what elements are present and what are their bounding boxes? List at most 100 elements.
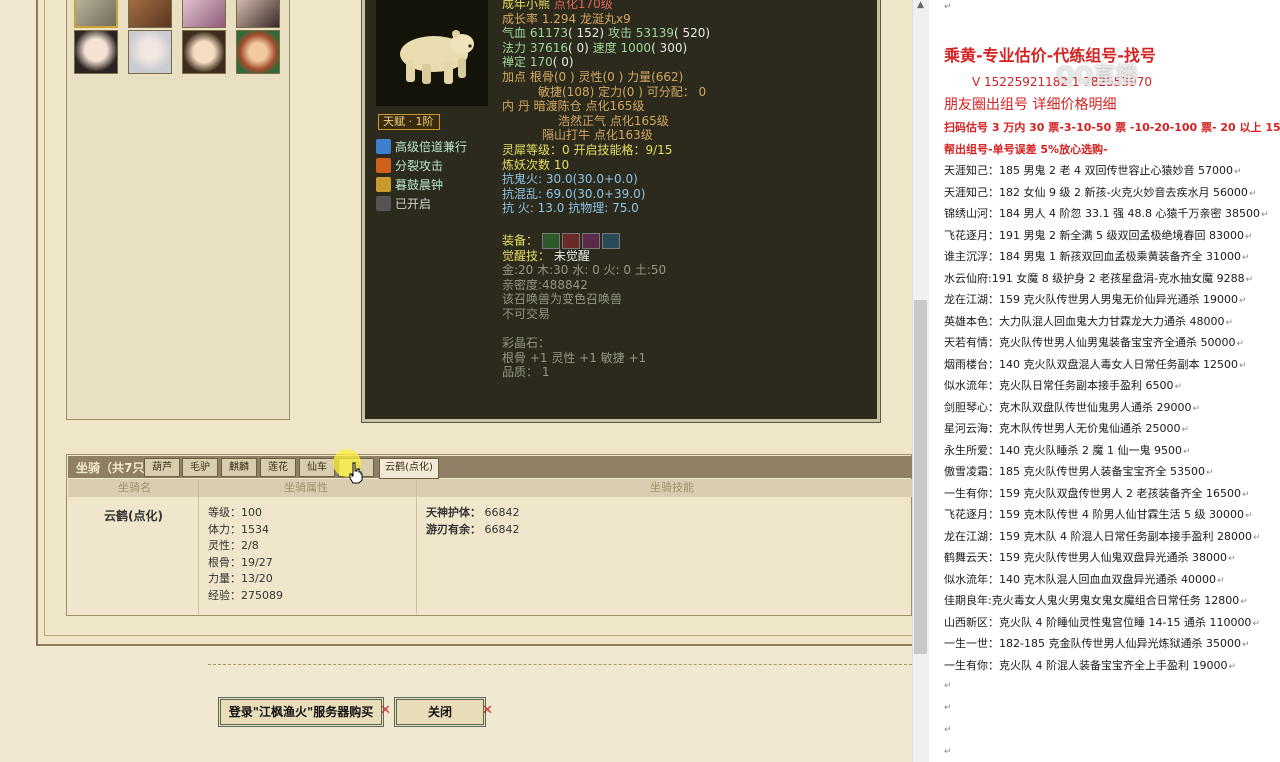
mount-skills: 天神护体： 66842 游刃有余： 66842 [426,506,520,536]
pet-stats: 成年小熊 点化170级 成长率 1.294 龙涎丸x9 气血 61173( 15… [502,0,710,380]
pet-image [376,0,488,106]
listing-line: 永生所爱：140 克火队睡杀 2 魔 1 仙一鬼 9500↵ [944,443,1191,457]
pet-hp: 61173 [529,26,569,41]
equip-slot-1-icon[interactable] [541,232,560,249]
inner-dan-1: 暗渡陈仓 点化165级 [533,99,645,114]
pet-growth: 成长率 1.294 龙涎丸x9 [502,11,631,26]
listing-line: 一生有你：159 克火队双盘传世男人 2 老孩装备齐全 16500↵ [944,486,1250,500]
paragraph-mark: ↵ [944,681,952,691]
speed-skill-icon [376,138,391,154]
mount-name: 云鹤(点化) [104,509,163,523]
pet-portrait-maiden[interactable] [74,30,118,74]
skill-row-2[interactable]: 分裂攻击 [376,156,443,174]
pet-mp: 37616 [529,40,569,55]
column-divider [416,479,417,614]
pet-elements: 金:20 木:30 水: 0 火: 0 土:50 [502,263,667,278]
tab-mount-2[interactable]: 毛驴 [182,458,218,477]
pet-level: 点化170级 [553,0,613,11]
close-x-icon: ✕ [380,703,391,718]
tab-mount-7[interactable]: 云鹤(点化) [379,458,439,479]
close-x-icon: ✕ [482,703,493,718]
equip-slot-3-icon[interactable] [581,232,600,249]
skill-row-1[interactable]: 高级倍道兼行 [376,137,467,155]
pet-atk: 53139 [635,26,674,41]
pet-portrait-bear[interactable] [74,0,118,28]
listing-line: 英雄本色：大力队混人回血鬼大力甘霖龙大力通杀 48000↵ [944,314,1234,328]
mount-props: 等级：100 体力：1534 灵性：2/8 根骨：19/27 力量：13/20 … [208,505,283,604]
soul-level: 灵犀等级：0 开启技能格：9/15 [502,142,673,157]
listing-line: 星河云海：克木队传世男人无价鬼仙通杀 25000↵ [944,422,1190,435]
paragraph-mark: ↵ [944,703,952,713]
tab-mount-4[interactable]: 莲花 [260,458,296,477]
skill-label: 暮鼓晨钟 [395,177,444,192]
split-attack-skill-icon [376,157,391,173]
listing-line: 水云仙府:191 女魔 8 级护身 2 老孩星盘涓-克水抽女魔 9288↵ [944,271,1254,285]
trade-note: 不可交易 [502,306,551,321]
listing-line: 天涯知己：185 男鬼 2 老 4 双回传世容止心猿妙音 57000↵ [944,164,1242,177]
doc-pricing: 扫码估号 3 万内 30 票-3-10-50 票 -10-20-100 票- 2… [944,121,1280,134]
mount-skill-value: 66842 [484,506,520,519]
listing-line: 鹤舞云天：159 克火队传世男人仙鬼双盘异光通杀 38000↵ [944,551,1236,564]
bear-icon [400,30,474,84]
listing-line: 似水流年：140 克木队混人回血血双盘异光通杀 40000↵ [944,572,1225,586]
listing-line: 剑胆琴心：克木队双盘队传世仙鬼男人通杀 29000↵ [944,400,1201,414]
buy-button[interactable]: 登录"江枫渔火"服务器购买 [218,697,384,727]
col-mount-name: 坐骑名 [118,481,151,494]
crystal-quality: 品质： 1 [502,365,550,380]
pet-portrait-silver-hair[interactable] [128,30,172,74]
skill-label: 分裂攻击 [395,158,444,173]
pet-portrait-monkey[interactable] [128,0,172,28]
listing-line: 天涯知己：182 女仙 9 级 2 新孩-火克火妙音去疾水月 56000↵ [944,185,1257,199]
tab-mount-5[interactable]: 仙车 [299,458,335,477]
skill-label: 高级倍道兼行 [395,139,468,154]
pet-portrait-lady[interactable] [236,0,280,28]
equip-slot-4-icon[interactable] [601,232,620,249]
talent-badge: 天赋 · 1阶 [378,114,440,130]
refine-count: 炼妖次数 10 [502,157,570,172]
paragraph-mark: ↵ [944,2,952,12]
listing-line: 佳期良年:克火毒女人鬼火男鬼女鬼女魔组合日常任务 12800↵ [944,594,1248,607]
mount-prop: 灵性：2/8 [208,539,259,552]
pet-name: 成年小熊 [502,0,551,11]
column-divider [198,479,199,614]
doc-friends: 朋友圈出组号 详细价格明细 [944,97,1117,113]
scroll-up-icon[interactable]: ▲ [914,0,927,12]
inner-dan-3: 隔山打牛 点化163级 [542,128,653,143]
listing-line: 山西新区：克火队 4 阶睡仙灵性鬼宫位睡 14-15 通杀 110000↵ [944,615,1260,629]
locked-slot-icon [376,195,391,211]
pet-speed: 1000 [620,40,652,55]
awaken-skill: 未觉醒 [553,248,590,263]
listing-line: 龙在江湖：159 克木队 4 阶混人日常任务副本接手盈利 28000↵ [944,529,1261,543]
listing-line: 烟雨楼台：140 克火队双盘混人毒女人日常任务副本 12500↵ [944,357,1247,371]
col-mount-skill: 坐骑技能 [650,481,694,494]
listing-line: 一生有你：克火队 4 阶混人装备宝宝齐全上手盈利 19000↵ [944,658,1237,672]
listing-line: 天若有情：克火队传世男人仙男鬼装备宝宝齐全通杀 50000↵ [944,336,1245,349]
listing-line: 龙在江湖：159 克火队传世男人男鬼无价仙异光通杀 19000↵ [944,293,1247,306]
equip-slot-2-icon[interactable] [561,232,580,249]
divider [208,664,912,665]
listing-line: 一生一世：182-185 克金队传世男人仙异光炼狱通杀 35000↵ [944,637,1250,650]
pet-portrait-child[interactable] [182,30,226,74]
pet-points-1: 加点 根骨(0 ) 灵性(0 ) 力量(662) [502,69,684,84]
scrollbar-thumb[interactable] [914,300,927,654]
tab-mount-1[interactable]: 葫芦 [144,458,180,477]
paragraph-mark: ↵ [944,725,952,735]
pet-portrait-boy[interactable] [236,30,280,74]
tab-mount-3[interactable]: 麒麟 [221,458,257,477]
skill-row-3[interactable]: 暮鼓晨钟 [376,175,443,193]
mount-prop: 力量：13/20 [208,572,273,585]
listing-line: 似水流年：克火队日常任务副本接手盈利 6500↵ [944,379,1183,392]
listing-line: 飞花逐月：191 男鬼 2 新全满 5 级双回孟极绝境春回 83000↵ [944,228,1253,242]
mount-column-header: 坐骑名 坐骑属性 坐骑技能 [68,479,912,497]
pet-points-2: 敏捷(108) 定力(0 ) 可分配： 0 [538,84,707,99]
res-chaos: 69.0(30.0+39.0) [542,186,646,201]
close-button[interactable]: 关闭 [394,697,486,727]
mount-prop: 等级：100 [208,506,262,519]
listing-line: 谁主沉浮：184 男鬼 1 新孩双回血孟极乘黄装备齐全 31000↵ [944,250,1250,263]
skill-row-4[interactable]: 已开启 [376,194,431,212]
paragraph-mark: ↵ [944,747,952,757]
hand-cursor-icon [349,462,363,484]
pet-portrait-fox[interactable] [182,0,226,28]
mount-prop: 根骨：19/27 [208,555,273,569]
mount-skill-value: 66842 [484,522,520,536]
